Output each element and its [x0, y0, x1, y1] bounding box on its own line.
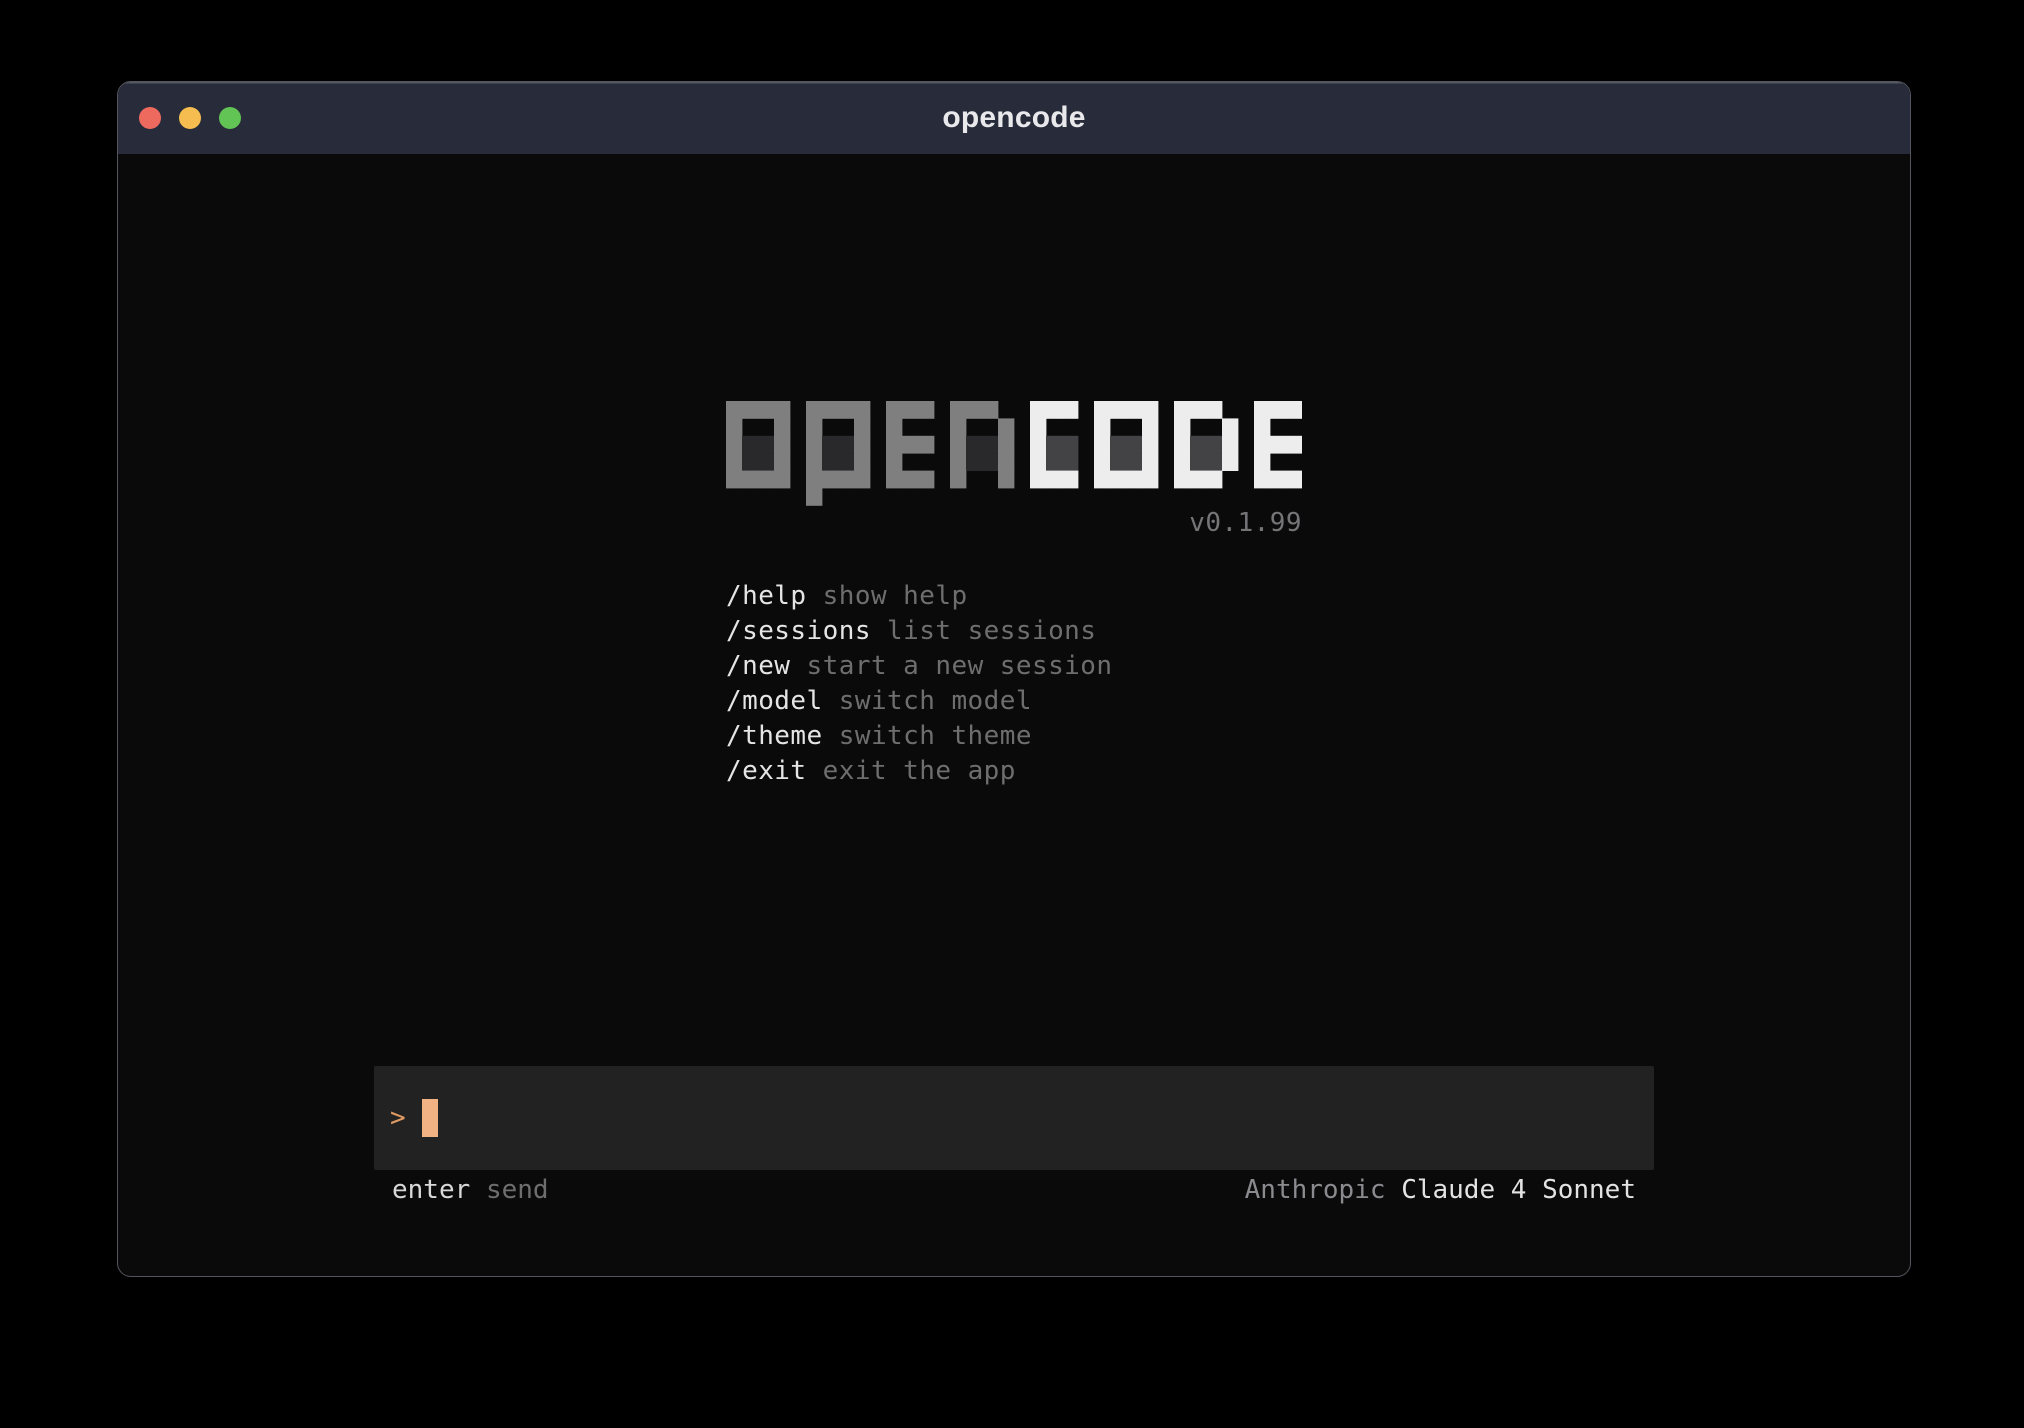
command-description: show help: [823, 581, 968, 611]
command-list: /help show help/sessions list sessions/n…: [726, 579, 1302, 789]
minimize-button[interactable]: [179, 107, 201, 129]
command-name: /exit: [726, 756, 807, 786]
command-name: /new: [726, 651, 790, 681]
text-cursor: [422, 1099, 438, 1137]
command-item: /model switch model: [726, 684, 1302, 719]
enter-key-label: enter: [392, 1175, 470, 1205]
zoom-button[interactable]: [219, 107, 241, 129]
command-name: /sessions: [726, 616, 871, 646]
enter-action-label: send: [486, 1175, 549, 1205]
opencode-logo: [726, 401, 1302, 506]
window-title: opencode: [942, 101, 1085, 135]
command-item: /theme switch theme: [726, 719, 1302, 754]
desktop: opencode v0.1.99 /help show help/session…: [0, 0, 2024, 1428]
enter-hint: enter send: [392, 1175, 549, 1205]
command-description: start a new session: [807, 651, 1113, 681]
prompt-symbol: >: [390, 1103, 421, 1133]
provider-label: Anthropic: [1245, 1175, 1386, 1205]
command-description: exit the app: [823, 756, 1016, 786]
command-item: /sessions list sessions: [726, 614, 1302, 649]
command-description: switch model: [839, 686, 1032, 716]
title-bar[interactable]: opencode: [118, 82, 1910, 154]
version-label: v0.1.99: [726, 509, 1302, 537]
command-item: /new start a new session: [726, 649, 1302, 684]
opencode-window: opencode v0.1.99 /help show help/session…: [117, 81, 1911, 1277]
command-name: /model: [726, 686, 823, 716]
command-name: /help: [726, 581, 807, 611]
message-input[interactable]: >: [374, 1066, 1654, 1170]
prompt-area: > enter send Anthropic Claude 4 Sonnet: [374, 1066, 1654, 1204]
model-indicator: Anthropic Claude 4 Sonnet: [1245, 1175, 1636, 1205]
command-item: /exit exit the app: [726, 754, 1302, 789]
hero-block: v0.1.99 /help show help/sessions list se…: [726, 154, 1302, 789]
command-description: list sessions: [887, 616, 1096, 646]
command-item: /help show help: [726, 579, 1302, 614]
command-description: switch theme: [839, 721, 1032, 751]
traffic-lights: [139, 82, 241, 154]
close-button[interactable]: [139, 107, 161, 129]
model-label: Claude 4 Sonnet: [1401, 1175, 1636, 1205]
status-bar: enter send Anthropic Claude 4 Sonnet: [374, 1176, 1654, 1204]
terminal-content: v0.1.99 /help show help/sessions list se…: [118, 154, 1910, 1277]
command-name: /theme: [726, 721, 823, 751]
